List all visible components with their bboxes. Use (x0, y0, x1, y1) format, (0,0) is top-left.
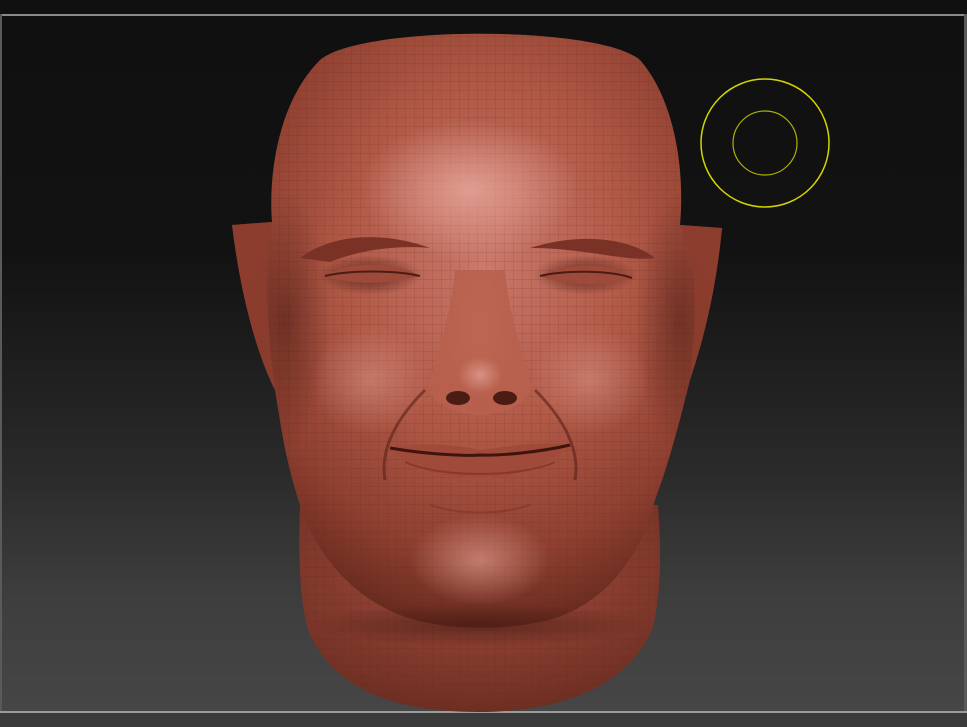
sculpt-viewport[interactable] (0, 0, 967, 727)
brush-cursor-icon (700, 78, 830, 208)
sculpted-head[interactable] (220, 20, 740, 720)
sculpt-canvas[interactable] (0, 0, 967, 727)
